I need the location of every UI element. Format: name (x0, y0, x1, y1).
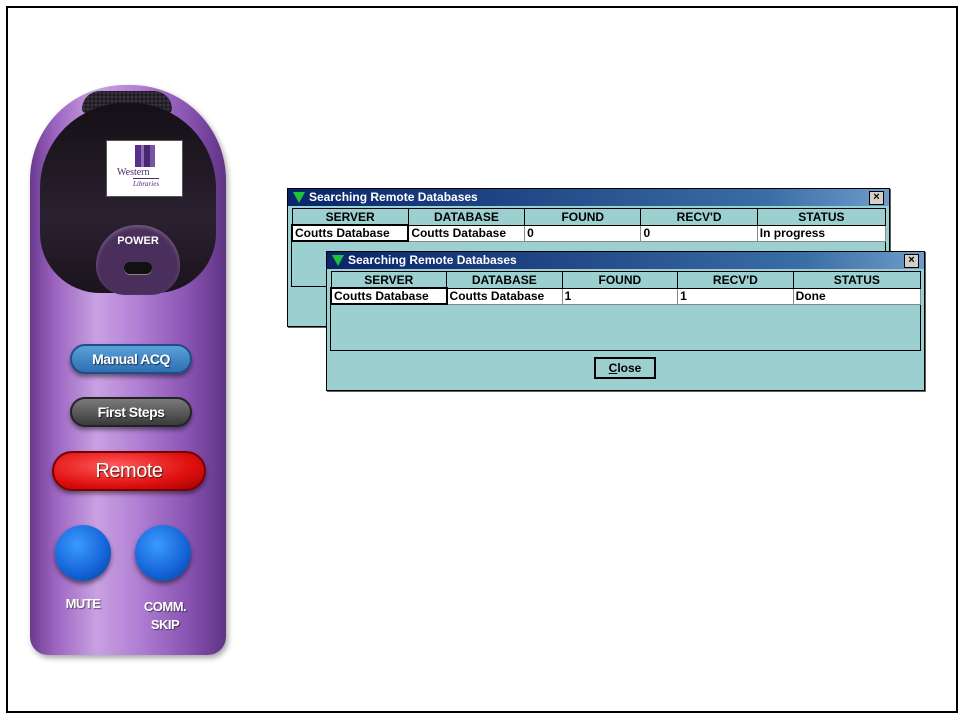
power-pod: POWER (96, 225, 180, 295)
column-header-status[interactable]: STATUS (756, 208, 887, 226)
manual-acq-button[interactable]: Manual ACQ (70, 344, 192, 374)
table-row[interactable]: Coutts Database Coutts Database 1 1 Done (330, 287, 922, 305)
results-table: SERVER DATABASE FOUND RECV'D STATUS Cout… (330, 271, 922, 305)
cell-status[interactable]: In progress (756, 224, 887, 242)
close-icon[interactable]: × (869, 191, 884, 205)
column-header-status[interactable]: STATUS (792, 271, 922, 289)
remote-button[interactable]: Remote (52, 451, 206, 491)
column-header-server[interactable]: SERVER (330, 271, 448, 289)
remote-screen: Western Libraries (106, 140, 183, 197)
cell-server[interactable]: Coutts Database (290, 224, 410, 242)
cell-found[interactable]: 1 (561, 287, 679, 305)
column-header-recvd[interactable]: RECV'D (640, 208, 758, 226)
remote-control: Western Libraries POWER Manual ACQ First… (30, 85, 226, 655)
column-header-found[interactable]: FOUND (524, 208, 642, 226)
cell-database[interactable]: Coutts Database (446, 287, 563, 305)
power-label: POWER (117, 235, 159, 247)
dialog-title: Searching Remote Databases (309, 190, 478, 204)
table-row[interactable]: Coutts Database Coutts Database 0 0 In p… (290, 224, 887, 242)
cell-database[interactable]: Coutts Database (407, 224, 526, 242)
first-steps-button[interactable]: First Steps (70, 397, 192, 427)
app-triangle-icon (293, 192, 305, 203)
comm-skip-label: COMM. SKIP (128, 598, 202, 634)
close-button-label: lose (617, 361, 642, 375)
dialog-title: Searching Remote Databases (348, 253, 517, 267)
comm-skip-label-line1: COMM. (143, 599, 187, 614)
column-header-recvd[interactable]: RECV'D (677, 271, 794, 289)
column-header-database[interactable]: DATABASE (446, 271, 563, 289)
dialog-titlebar[interactable]: Searching Remote Databases × (288, 189, 889, 206)
logo-subtext: Libraries (133, 178, 160, 188)
column-header-found[interactable]: FOUND (561, 271, 679, 289)
remote-head: Western Libraries POWER (40, 103, 216, 295)
app-triangle-icon (332, 255, 344, 266)
button-row: Close (327, 351, 924, 387)
column-header-server[interactable]: SERVER (291, 208, 409, 226)
cell-recvd[interactable]: 0 (640, 224, 758, 242)
western-libraries-logo-icon (135, 145, 155, 167)
logo-text: Western (117, 167, 150, 178)
mute-label: MUTE (65, 596, 101, 611)
cell-recvd[interactable]: 1 (677, 287, 794, 305)
power-button[interactable] (124, 262, 152, 274)
column-header-database[interactable]: DATABASE (407, 208, 526, 226)
cell-status[interactable]: Done (792, 287, 922, 305)
search-dialog-done: Searching Remote Databases × SERVER DATA… (326, 251, 925, 391)
mute-button[interactable] (55, 525, 111, 581)
comm-skip-button[interactable] (135, 525, 191, 581)
results-table: SERVER DATABASE FOUND RECV'D STATUS Cout… (290, 208, 887, 242)
close-button[interactable]: Close (594, 357, 656, 379)
close-icon[interactable]: × (904, 254, 919, 268)
dialog-titlebar[interactable]: Searching Remote Databases × (327, 252, 924, 269)
cell-server[interactable]: Coutts Database (330, 287, 448, 305)
cell-found[interactable]: 0 (524, 224, 642, 242)
comm-skip-label-line2: SKIP (150, 617, 180, 632)
table-empty-area (330, 305, 921, 351)
